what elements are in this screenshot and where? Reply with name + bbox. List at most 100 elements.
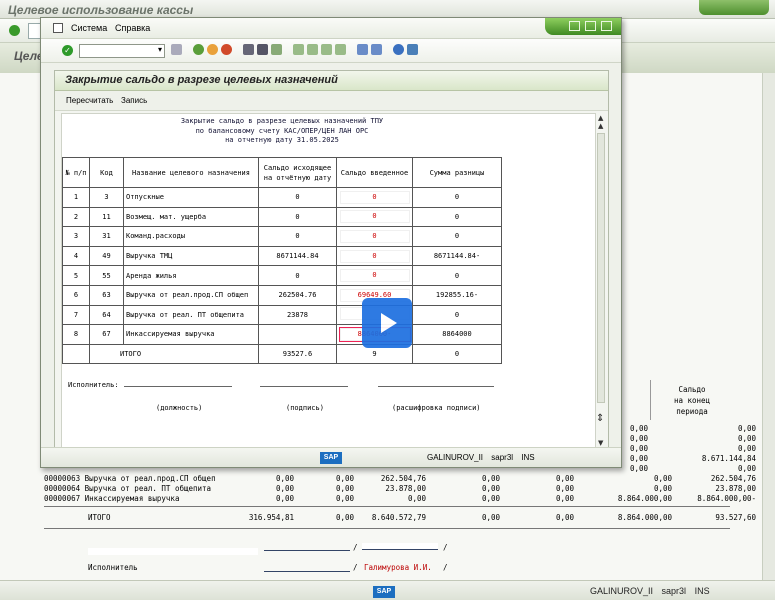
system-status[interactable]: GALINUROV_II sapr3l INS (427, 453, 541, 462)
window-menu-icon[interactable] (53, 23, 63, 33)
list-amount: 0,00 (335, 474, 354, 483)
scroll-thumb[interactable] (597, 133, 605, 403)
cell-code: 3 (89, 187, 124, 208)
cell-out-balance: 262504.76 (258, 284, 337, 306)
list-amount: 0,00 (335, 484, 354, 493)
find-next-icon[interactable] (271, 44, 282, 55)
back-icon[interactable] (193, 44, 204, 55)
signature-line (264, 571, 350, 572)
signature-line (260, 377, 348, 387)
cell-name: Возмещ. мат. ущерба (123, 206, 259, 228)
signature-separator: / (353, 543, 358, 552)
status-server: sapr3l (661, 586, 687, 596)
main-window-controls[interactable] (699, 0, 769, 15)
cell-code: 55 (89, 265, 124, 286)
dialog-statusbar: SAP GALINUROV_II sapr3l INS (41, 447, 621, 467)
report-scrollbar[interactable]: ▲ ▲ ▼ ▼ (596, 113, 607, 456)
scroll-up-icon[interactable]: ▲ (598, 114, 603, 122)
command-field[interactable]: ▾ (79, 44, 165, 58)
balance-table: № п/п Код Название целевого назначения С… (62, 157, 502, 365)
dialog-toolbar: ✓ ▾ (41, 39, 621, 63)
cancel-icon[interactable] (221, 44, 232, 55)
cell-difference: 192855.16- (412, 284, 502, 306)
shortcut-icon[interactable] (371, 44, 382, 55)
main-scrollbar[interactable] (763, 73, 775, 580)
first-page-icon[interactable] (293, 44, 304, 55)
scroll-down-icon[interactable]: ▼ (598, 439, 603, 447)
table-row: 7 64 Выручка от реал. ПТ общепита 23878 0 (62, 304, 502, 326)
cell-name: Выручка от реал.прод.СП общеп (123, 284, 259, 306)
exit-icon[interactable] (207, 44, 218, 55)
dialog-content: Закрытие сальдо в разрезе целевых назнач… (54, 70, 609, 458)
chevron-down-icon[interactable]: ▾ (158, 45, 162, 54)
report-sheet: Закрытие сальдо в разрезе целевых назнач… (61, 113, 596, 456)
cell-entered-balance: 0 (336, 245, 413, 267)
layout-icon[interactable] (407, 44, 418, 55)
list-amount: 262.504,76 (710, 474, 756, 483)
signature-separator: / (443, 563, 448, 572)
maximize-button[interactable] (585, 21, 596, 31)
entered-balance-input[interactable]: 0 (339, 249, 410, 263)
table-row: 5 55 Аренда жилья 0 0 0 (62, 265, 502, 286)
toolbar-icons (171, 44, 418, 58)
list-amount: 0,00 (653, 474, 672, 483)
caption-signature: (подпись) (286, 404, 324, 412)
recalculate-button[interactable]: Пересчитать (66, 96, 113, 105)
last-page-icon[interactable] (335, 44, 346, 55)
save-icon[interactable] (171, 44, 182, 55)
new-session-icon[interactable] (357, 44, 368, 55)
cell-difference: 8864000 (412, 324, 502, 345)
signature-name-field[interactable] (378, 377, 494, 387)
table-total-row: ИТОГО 93527.6 9 0 (62, 343, 502, 365)
entered-balance-input[interactable]: 0 (339, 190, 410, 204)
cell-out-balance: 0 (258, 226, 337, 247)
cell-entered-balance: 0 (336, 226, 413, 247)
minimize-button[interactable] (569, 21, 580, 31)
total-amount: 316.954,81 (248, 513, 294, 522)
next-page-icon[interactable] (321, 44, 332, 55)
cell-name: Инкассируемая выручка (123, 324, 259, 345)
cell-number: 2 (62, 206, 90, 228)
find-icon[interactable] (257, 44, 268, 55)
status-user: GALINUROV_II (590, 586, 654, 596)
enter-icon[interactable]: ✓ (62, 45, 73, 56)
position-field[interactable] (124, 377, 232, 387)
total-amount: 0,00 (481, 513, 500, 522)
dialog-menubar: Система Справка (41, 18, 621, 39)
column-header-name: Название целевого назначения (123, 157, 259, 188)
cell-difference: 0 (412, 226, 502, 247)
print-icon[interactable] (243, 44, 254, 55)
help-icon[interactable] (393, 44, 404, 55)
cell-number: 6 (62, 284, 90, 306)
cell-number: 1 (62, 187, 90, 208)
close-button[interactable] (601, 21, 612, 31)
status-server: sapr3l (491, 453, 514, 462)
column-header-code: Код (89, 157, 124, 188)
total-amount: 0,00 (555, 513, 574, 522)
list-amount: 8.671.144,84 (701, 454, 756, 463)
scroll-up-icon[interactable]: ▲ (598, 122, 603, 130)
list-amount: 0,00 (481, 474, 500, 483)
list-amount: 0,00 (481, 484, 500, 493)
entered-balance-input[interactable]: 0 (339, 269, 410, 283)
system-status[interactable]: GALINUROV_II sapr3l INS (590, 586, 716, 596)
table-body: 1 3 Отпускные 0 0 0 2 11 Возмещ. мат. ущерба 0 0 0 3… (62, 187, 502, 365)
menu-help[interactable]: Справка (115, 23, 150, 33)
executor-label: Исполнитель (88, 563, 138, 572)
video-play-button[interactable] (362, 298, 412, 348)
enter-icon[interactable] (9, 25, 20, 36)
sap-logo: SAP (320, 452, 342, 464)
entered-balance-input[interactable]: 0 (339, 229, 410, 243)
entered-balance-input[interactable]: 0 (339, 210, 410, 224)
list-amount: 0,00 (555, 474, 574, 483)
table-row: 3 31 Команд.расходы 0 0 0 (62, 226, 502, 247)
list-amount: 23.878,00 (385, 484, 426, 493)
list-amount: 0,00 (737, 434, 756, 443)
menu-system[interactable]: Система (71, 23, 107, 33)
list-amount: 0,00 (737, 444, 756, 453)
report-title: Закрытие сальдо в разрезе целевых назнач… (62, 117, 502, 146)
previous-page-icon[interactable] (307, 44, 318, 55)
save-record-button[interactable]: Запись (121, 96, 147, 105)
list-item: 00000064 Выручка от реал. ПТ общепита (44, 484, 212, 493)
total-label: ИТОГО (89, 343, 259, 365)
